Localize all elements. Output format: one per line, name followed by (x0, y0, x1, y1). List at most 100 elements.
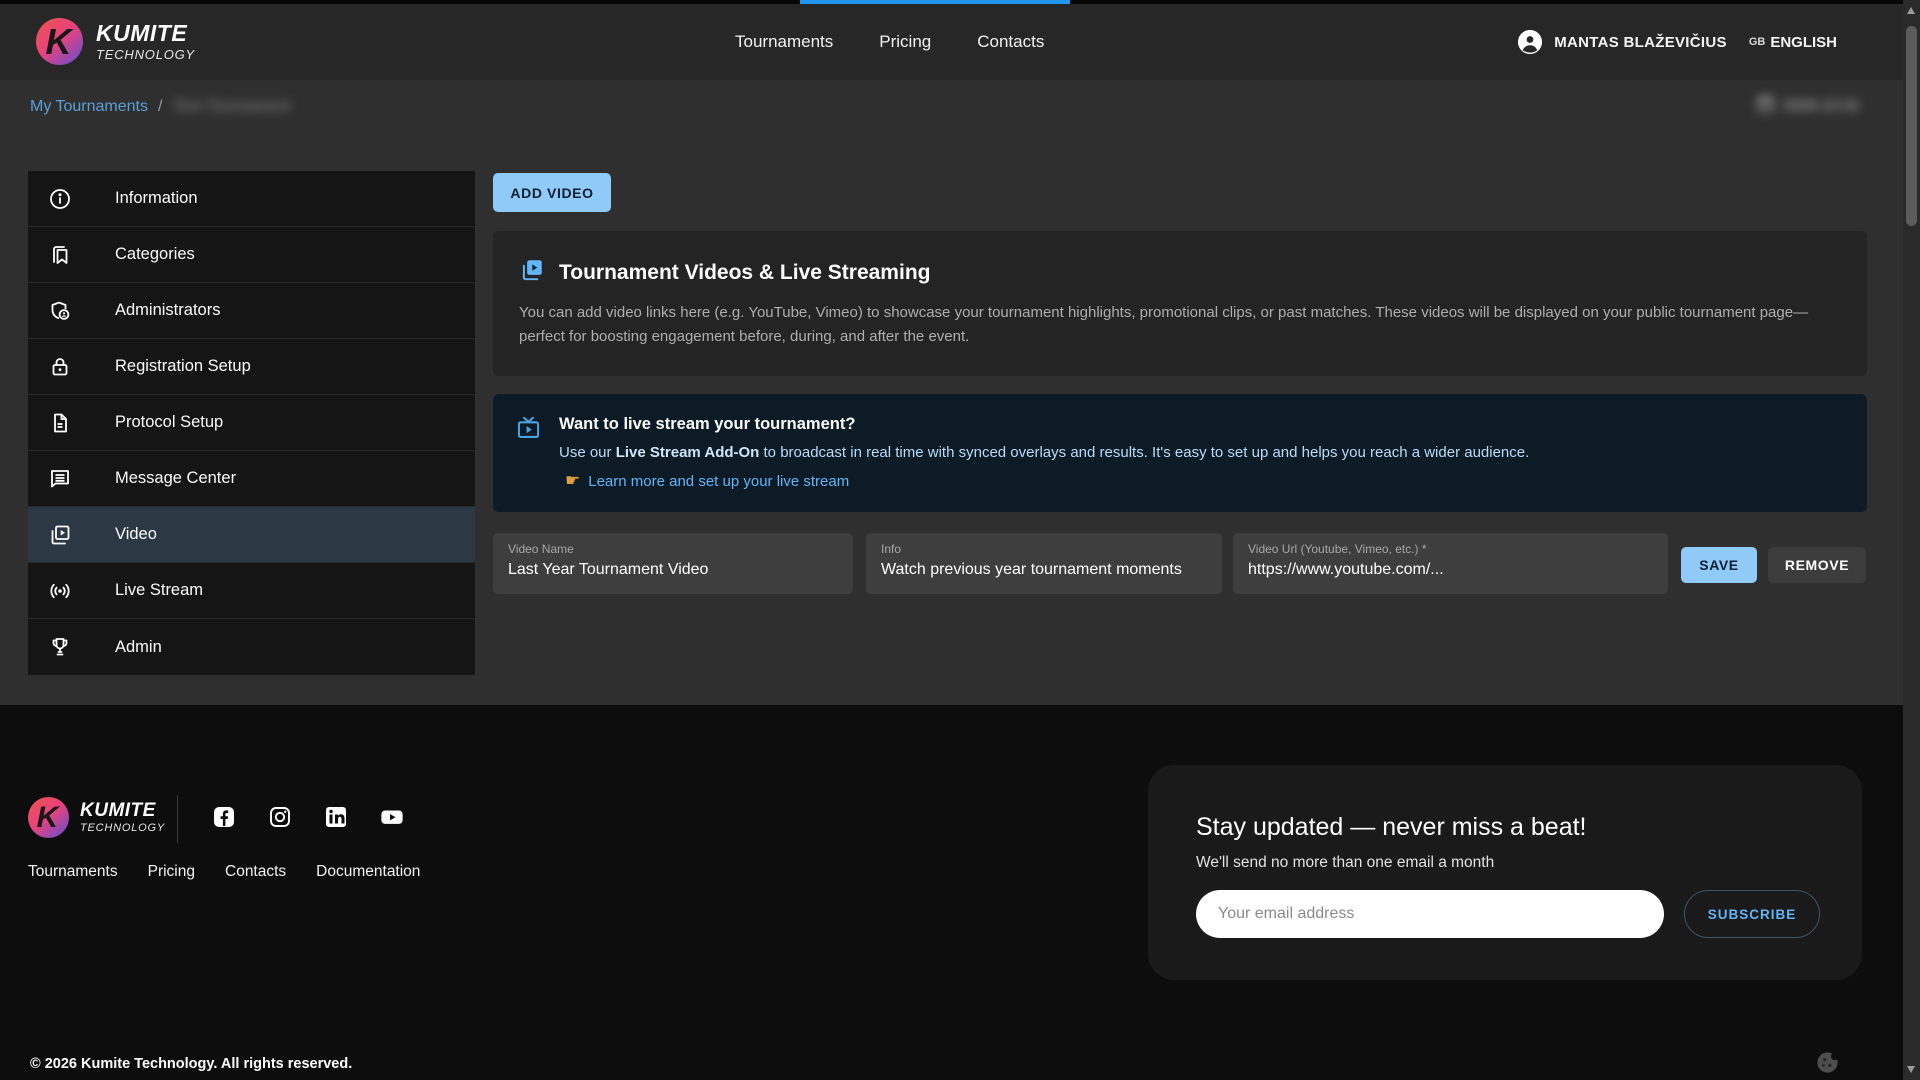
video-url-value: https://www.youtube.com/... (1248, 561, 1653, 579)
message-icon (48, 467, 72, 491)
video-info-label: Info (881, 542, 1207, 556)
subscribe-button[interactable]: SUBSCRIBE (1684, 890, 1820, 938)
tournament-date: 2026-12-01 (1783, 97, 1860, 114)
sidebar-label: Protocol Setup (115, 413, 223, 432)
linkedin-icon[interactable] (324, 805, 348, 829)
remove-button[interactable]: REMOVE (1768, 547, 1866, 583)
sidebar-item-registration-setup[interactable]: Registration Setup (28, 339, 475, 395)
app-bar: K KUMITE TECHNOLOGY Tournaments Pricing … (0, 4, 1903, 80)
video-url-field[interactable]: Video Url (Youtube, Vimeo, etc.) * https… (1233, 533, 1668, 594)
kumite-logo-icon: K (36, 18, 83, 65)
scroll-up-arrow-icon[interactable] (1907, 7, 1915, 14)
videos-intro-card: Tournament Videos & Live Streaming You c… (493, 231, 1867, 376)
lock-icon (48, 355, 72, 379)
sidebar-item-message-center[interactable]: Message Center (28, 451, 475, 507)
brand-subtitle: TECHNOLOGY (96, 48, 195, 61)
kumite-logo-icon: K (28, 797, 69, 838)
sidebar-label: Admin (115, 638, 162, 657)
instagram-icon[interactable] (268, 805, 292, 829)
sidebar-item-live-stream[interactable]: Live Stream (28, 563, 475, 619)
brand-subtitle: TECHNOLOGY (80, 823, 165, 834)
calendar-icon (1756, 94, 1775, 117)
bookmark-icon (48, 243, 72, 267)
document-icon (48, 411, 72, 435)
trophy-icon (48, 635, 72, 659)
footer-link-documentation[interactable]: Documentation (316, 863, 420, 881)
tournament-sidebar: Information Categories Ad (28, 171, 475, 675)
video-info-field[interactable]: Info Watch previous year tournament mome… (866, 533, 1222, 594)
live-promo-body: Use our Live Stream Add-On to broadcast … (559, 444, 1529, 461)
language-label: ENGLISH (1770, 34, 1837, 51)
footer-link-contacts[interactable]: Contacts (225, 863, 286, 881)
logo-letter: K (27, 797, 68, 838)
live-stream-learn-more-link[interactable]: Learn more and set up your live stream (588, 473, 849, 490)
sidebar-item-information[interactable]: Information (28, 171, 475, 227)
user-menu[interactable]: MANTAS BLAŽEVIČIUS GB ENGLISH (1518, 4, 1837, 80)
broadcast-icon (48, 579, 72, 603)
footer-links: Tournaments Pricing Contacts Documentati… (28, 863, 420, 881)
tournament-date-badge: 2026-12-01 (1756, 94, 1860, 117)
brand-logo[interactable]: K KUMITE TECHNOLOGY (36, 18, 195, 65)
pointing-finger-icon: ☛ (565, 471, 580, 491)
breadcrumb-my-tournaments[interactable]: My Tournaments (30, 98, 148, 116)
save-button[interactable]: SAVE (1681, 547, 1757, 583)
facebook-icon[interactable] (212, 805, 236, 829)
copyright-text: © 2026 Kumite Technology. All rights res… (30, 1056, 352, 1072)
scrollbar-thumb[interactable] (1906, 26, 1917, 226)
video-info-value: Watch previous year tournament moments (881, 561, 1207, 579)
video-name-label: Video Name (508, 542, 838, 556)
video-url-label: Video Url (Youtube, Vimeo, etc.) * (1248, 542, 1653, 556)
scroll-down-arrow-icon[interactable] (1907, 1066, 1915, 1073)
nav-pricing[interactable]: Pricing (879, 32, 931, 52)
brand-name: KUMITE (80, 801, 165, 820)
info-icon (48, 187, 72, 211)
sidebar-label: Video (115, 525, 157, 544)
newsletter-subtitle: We'll send no more than one email a mont… (1196, 854, 1494, 872)
live-tv-icon (515, 415, 542, 493)
brand-name: KUMITE (96, 22, 195, 45)
logo-letter: K (35, 18, 82, 65)
breadcrumb-current-redacted: Test Tournament (172, 98, 290, 116)
footer-divider (177, 795, 178, 843)
nav-contacts[interactable]: Contacts (977, 32, 1044, 52)
sidebar-item-video[interactable]: Video (28, 507, 475, 563)
language-selector[interactable]: GB ENGLISH (1749, 34, 1837, 51)
live-promo-title: Want to live stream your tournament? (559, 415, 1529, 434)
sidebar-label: Administrators (115, 301, 220, 320)
breadcrumb-separator: / (158, 98, 162, 116)
videos-section-title: Tournament Videos & Live Streaming (559, 261, 930, 285)
sidebar-label: Live Stream (115, 581, 203, 600)
sidebar-item-administrators[interactable]: Administrators (28, 283, 475, 339)
videos-section-description: You can add video links here (e.g. YouTu… (519, 301, 1841, 350)
email-input[interactable] (1196, 890, 1664, 938)
video-name-value: Last Year Tournament Video (508, 561, 838, 579)
user-name: MANTAS BLAŽEVIČIUS (1554, 34, 1727, 51)
shield-person-icon (48, 299, 72, 323)
social-links (212, 805, 404, 829)
sidebar-item-protocol-setup[interactable]: Protocol Setup (28, 395, 475, 451)
breadcrumb: My Tournaments / Test Tournament (30, 98, 290, 116)
app-window: K KUMITE TECHNOLOGY Tournaments Pricing … (0, 0, 1920, 1080)
sidebar-item-admin[interactable]: Admin (28, 619, 475, 675)
youtube-icon[interactable] (380, 805, 404, 829)
locale-code: GB (1749, 36, 1766, 48)
video-name-field[interactable]: Video Name Last Year Tournament Video (493, 533, 853, 594)
sidebar-label: Information (115, 189, 198, 208)
video-library-icon (48, 523, 72, 547)
add-video-button[interactable]: ADD VIDEO (493, 173, 611, 212)
sidebar-label: Categories (115, 245, 195, 264)
sidebar-label: Registration Setup (115, 357, 251, 376)
footer-brand[interactable]: K KUMITE TECHNOLOGY (28, 797, 165, 838)
newsletter-card: Stay updated — never miss a beat! We'll … (1148, 765, 1862, 980)
sidebar-item-categories[interactable]: Categories (28, 227, 475, 283)
newsletter-title: Stay updated — never miss a beat! (1196, 813, 1587, 842)
live-stream-promo: Want to live stream your tournament? Use… (493, 394, 1867, 512)
scrollbar[interactable] (1903, 0, 1920, 1080)
sidebar-label: Message Center (115, 469, 236, 488)
nav-tournaments[interactable]: Tournaments (735, 32, 833, 52)
cookie-settings-icon[interactable] (1814, 1049, 1841, 1076)
video-library-blue-icon (519, 257, 545, 288)
top-nav: Tournaments Pricing Contacts (735, 4, 1044, 80)
footer-link-pricing[interactable]: Pricing (148, 863, 195, 881)
footer-link-tournaments[interactable]: Tournaments (28, 863, 118, 881)
